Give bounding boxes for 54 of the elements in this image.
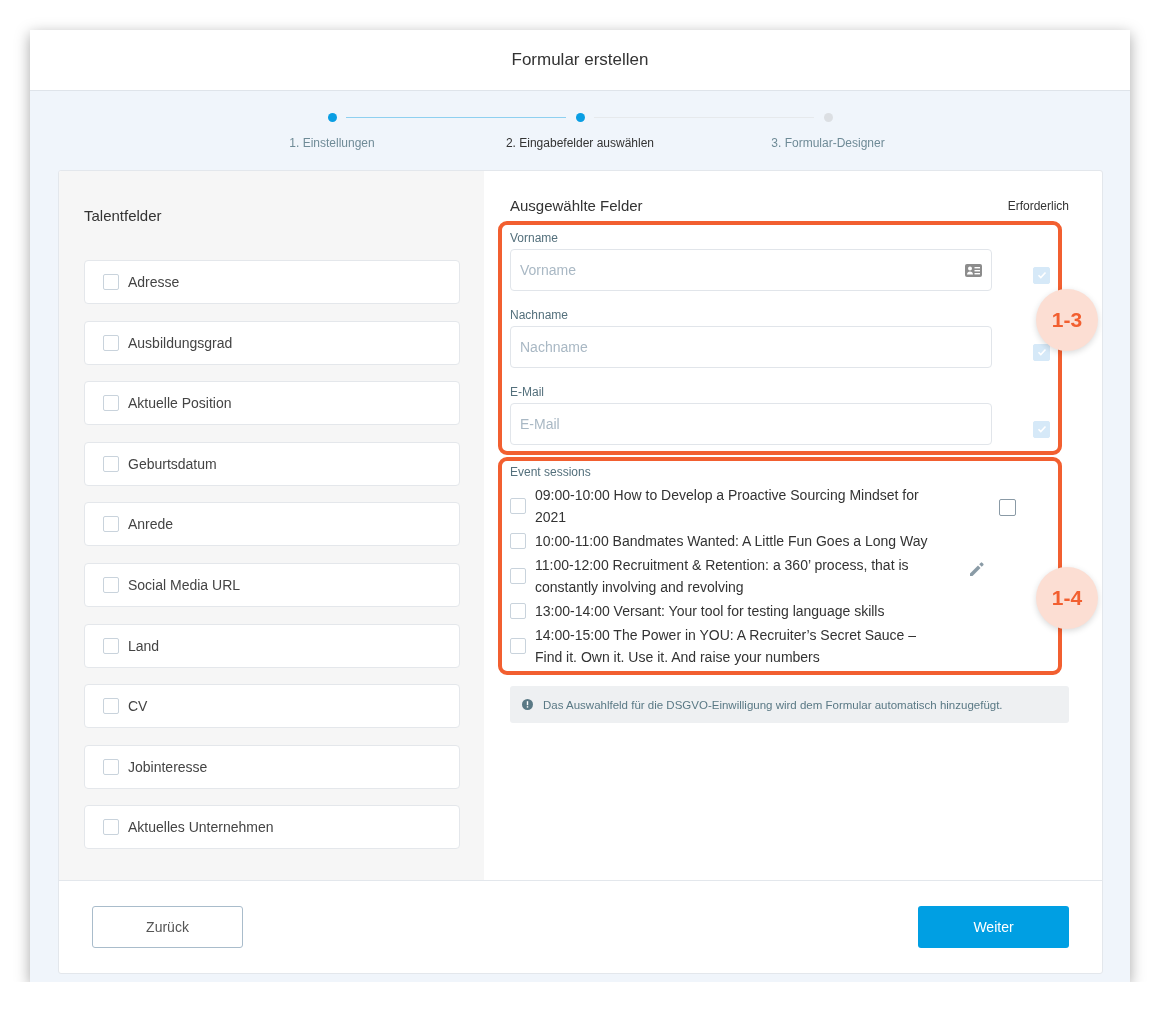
checkbox[interactable]	[103, 395, 119, 412]
checkbox[interactable]	[103, 758, 119, 775]
field-option[interactable]: Ausbildungsgrad	[84, 320, 460, 365]
step-label: 1. Einstellungen	[289, 136, 375, 150]
info-text: Das Auswahlfeld für die DSGVO-Einwilligung wird dem Formular automatisch hinzugefügt.	[543, 698, 1003, 711]
step-dot	[823, 113, 833, 122]
checkbox[interactable]	[103, 637, 119, 654]
column-heading: Erforderlich	[1007, 198, 1069, 213]
required-checkbox[interactable]	[999, 499, 1016, 516]
callout-badge: 1-4	[1036, 567, 1098, 629]
step-dot	[327, 113, 337, 122]
section-title: Talentfelder	[84, 207, 163, 224]
session-option: 13:00-14:00 Versant: Your tool for testing language skills	[535, 600, 885, 622]
checkbox[interactable]	[103, 576, 119, 593]
session-option: 14:00-15:00 The Power in YOU: A Recruiter’s Secret Sauce – Find it. Own it. Use it. And raise your numbers	[535, 624, 942, 668]
checkbox[interactable]	[103, 698, 119, 715]
field-option[interactable]: Land	[84, 623, 460, 668]
step-label: 3. Formular-Designer	[771, 136, 885, 150]
callout-badge: 1-3	[1036, 289, 1098, 351]
field-option[interactable]: CV	[84, 684, 460, 729]
check-icon	[1036, 347, 1047, 357]
field-option[interactable]: Jobinteresse	[84, 744, 460, 789]
checkbox[interactable]	[103, 455, 119, 472]
checkbox[interactable]	[510, 603, 526, 619]
section-title: Ausgewählte Felder	[510, 197, 643, 214]
checkbox[interactable]	[103, 819, 119, 836]
back-button[interactable]: Zurück	[92, 906, 243, 948]
session-option: 11:00-12:00 Recruitment & Retention: a 360’ process, that is constantly involving and revolving	[535, 554, 942, 598]
field-label: Event sessions	[510, 465, 592, 479]
session-option: 09:00-10:00 How to Develop a Proactive Sourcing Mindset for 2021	[535, 484, 942, 528]
checkbox[interactable]	[510, 568, 526, 584]
checkbox[interactable]	[103, 516, 119, 533]
step-dot	[575, 113, 585, 122]
info-icon	[522, 699, 533, 710]
checkbox[interactable]	[103, 274, 119, 290]
session-option: 10:00-11:00 Bandmates Wanted: A Little Fun Goes a Long Way	[535, 530, 928, 552]
checkbox[interactable]	[510, 533, 526, 549]
step-label: 2. Eingabefelder auswählen	[505, 136, 655, 150]
field-option[interactable]: Aktuelles Unternehmen	[84, 805, 460, 850]
checkbox[interactable]	[510, 498, 526, 514]
field-label: Nachname	[510, 308, 570, 322]
checkbox[interactable]	[510, 638, 526, 654]
check-icon	[1036, 270, 1047, 280]
check-icon	[1036, 424, 1047, 434]
field-label: E-Mail	[510, 385, 545, 399]
field-option[interactable]: Aktuelle Position	[84, 381, 460, 426]
pencil-icon[interactable]	[968, 560, 986, 578]
field-option[interactable]: Social Media URL	[84, 562, 460, 607]
field-label: Vorname	[510, 231, 560, 245]
field-option[interactable]: Anrede	[84, 502, 460, 547]
field-option[interactable]: Geburtsdatum	[84, 441, 460, 486]
field-option[interactable]: Adresse	[84, 260, 460, 304]
checkbox[interactable]	[103, 334, 119, 351]
window-title: Formular erstellen	[30, 30, 1130, 91]
